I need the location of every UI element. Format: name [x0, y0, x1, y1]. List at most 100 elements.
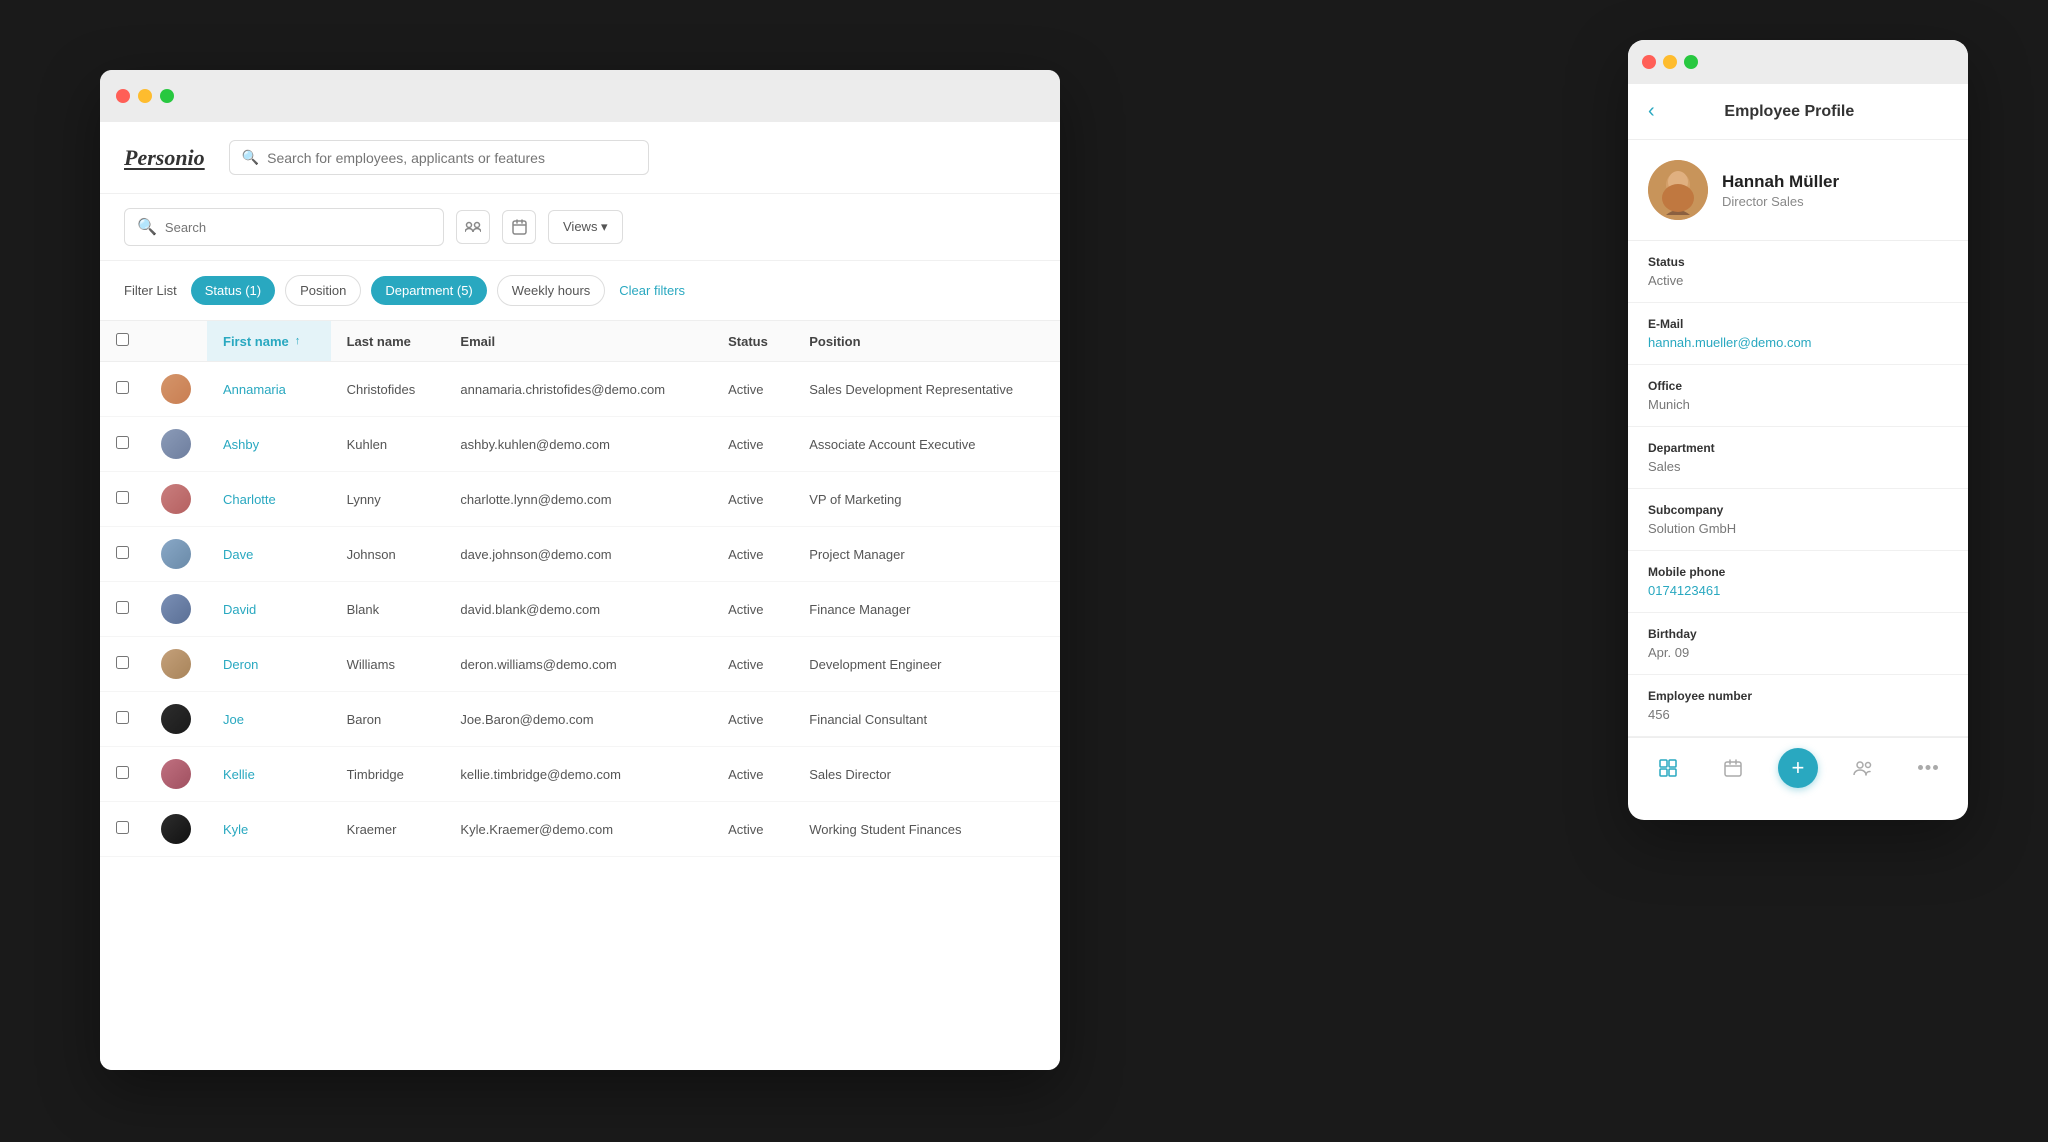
- row-last-name: Williams: [331, 637, 445, 692]
- nav-people-icon-btn[interactable]: [1843, 748, 1883, 788]
- search-bar-container[interactable]: 🔍: [124, 208, 444, 246]
- row-first-name[interactable]: Charlotte: [207, 472, 331, 527]
- row-checkbox[interactable]: [116, 711, 129, 724]
- employee-name: Hannah Müller: [1722, 172, 1839, 192]
- profile-fullscreen-btn[interactable]: [1684, 55, 1698, 69]
- row-checkbox-cell[interactable]: [100, 472, 145, 527]
- field-value[interactable]: 0174123461: [1648, 583, 1948, 598]
- row-checkbox[interactable]: [116, 436, 129, 449]
- last-name-column-header[interactable]: Last name: [331, 321, 445, 362]
- row-first-name[interactable]: Dave: [207, 527, 331, 582]
- position-column-header[interactable]: Position: [793, 321, 1060, 362]
- employee-name-link[interactable]: Dave: [223, 547, 253, 562]
- employee-name-link[interactable]: Kellie: [223, 767, 255, 782]
- row-email: charlotte.lynn@demo.com: [444, 472, 712, 527]
- profile-bottom-nav: +: [1628, 737, 1968, 797]
- calendar-icon-btn[interactable]: [502, 210, 536, 244]
- row-checkbox-cell[interactable]: [100, 527, 145, 582]
- table-row[interactable]: Kellie Timbridge kellie.timbridge@demo.c…: [100, 747, 1060, 802]
- row-checkbox-cell[interactable]: [100, 802, 145, 857]
- filter-status-btn[interactable]: Status (1): [191, 276, 275, 305]
- row-checkbox-cell[interactable]: [100, 692, 145, 747]
- row-checkbox[interactable]: [116, 491, 129, 504]
- row-first-name[interactable]: Joe: [207, 692, 331, 747]
- field-label: Employee number: [1648, 689, 1948, 703]
- row-position: VP of Marketing: [793, 472, 1060, 527]
- row-first-name[interactable]: Deron: [207, 637, 331, 692]
- field-value: Active: [1648, 273, 1948, 288]
- select-all-checkbox-header[interactable]: [100, 321, 145, 362]
- filter-department-btn[interactable]: Department (5): [371, 276, 486, 305]
- first-name-column-header[interactable]: First name ↑: [207, 321, 331, 362]
- table-row[interactable]: Dave Johnson dave.johnson@demo.com Activ…: [100, 527, 1060, 582]
- nav-add-button[interactable]: +: [1778, 748, 1818, 788]
- row-status: Active: [712, 582, 793, 637]
- row-checkbox[interactable]: [116, 601, 129, 614]
- row-last-name: Kraemer: [331, 802, 445, 857]
- table-row[interactable]: Charlotte Lynny charlotte.lynn@demo.com …: [100, 472, 1060, 527]
- profile-field: Office Munich: [1628, 365, 1968, 427]
- status-column-header[interactable]: Status: [712, 321, 793, 362]
- views-button[interactable]: Views ▾: [548, 210, 623, 244]
- employee-name-link[interactable]: Deron: [223, 657, 258, 672]
- profile-close-btn[interactable]: [1642, 55, 1656, 69]
- profile-panel: ‹ Employee Profile Hannah Müller Directo…: [1628, 40, 1968, 820]
- search-input[interactable]: [165, 220, 431, 235]
- toolbar: 🔍 Views ▾: [100, 194, 1060, 261]
- field-label: Mobile phone: [1648, 565, 1948, 579]
- table-row[interactable]: Annamaria Christofides annamaria.christo…: [100, 362, 1060, 417]
- row-checkbox[interactable]: [116, 821, 129, 834]
- profile-field: E-Mail hannah.mueller@demo.com: [1628, 303, 1968, 365]
- table-row[interactable]: Kyle Kraemer Kyle.Kraemer@demo.com Activ…: [100, 802, 1060, 857]
- employee-name-link[interactable]: Annamaria: [223, 382, 286, 397]
- row-first-name[interactable]: Annamaria: [207, 362, 331, 417]
- fullscreen-button[interactable]: [160, 89, 174, 103]
- table-row[interactable]: David Blank david.blank@demo.com Active …: [100, 582, 1060, 637]
- row-first-name[interactable]: David: [207, 582, 331, 637]
- employee-name-link[interactable]: David: [223, 602, 256, 617]
- profile-field: Mobile phone 0174123461: [1628, 551, 1968, 613]
- profile-field: Status Active: [1628, 241, 1968, 303]
- row-checkbox-cell[interactable]: [100, 582, 145, 637]
- row-checkbox-cell[interactable]: [100, 417, 145, 472]
- row-checkbox[interactable]: [116, 546, 129, 559]
- table-row[interactable]: Ashby Kuhlen ashby.kuhlen@demo.com Activ…: [100, 417, 1060, 472]
- row-first-name[interactable]: Ashby: [207, 417, 331, 472]
- field-value[interactable]: hannah.mueller@demo.com: [1648, 335, 1948, 350]
- employee-name-link[interactable]: Ashby: [223, 437, 259, 452]
- row-checkbox[interactable]: [116, 381, 129, 394]
- row-first-name[interactable]: Kyle: [207, 802, 331, 857]
- close-button[interactable]: [116, 89, 130, 103]
- clear-filters-button[interactable]: Clear filters: [615, 276, 689, 305]
- employee-name-link[interactable]: Joe: [223, 712, 244, 727]
- nav-calendar-icon-btn[interactable]: [1713, 748, 1753, 788]
- profile-field: Subcompany Solution GmbH: [1628, 489, 1968, 551]
- email-column-header[interactable]: Email: [444, 321, 712, 362]
- row-checkbox-cell[interactable]: [100, 747, 145, 802]
- employee-name-link[interactable]: Charlotte: [223, 492, 276, 507]
- global-search-container[interactable]: 🔍: [229, 140, 649, 175]
- profile-panel-title: Employee Profile: [1655, 103, 1924, 121]
- avatar-column-header: [145, 321, 207, 362]
- row-last-name: Kuhlen: [331, 417, 445, 472]
- row-checkbox-cell[interactable]: [100, 637, 145, 692]
- filter-position-btn[interactable]: Position: [285, 275, 361, 306]
- row-avatar-cell: [145, 747, 207, 802]
- filter-people-icon-btn[interactable]: [456, 210, 490, 244]
- nav-more-icon-btn[interactable]: [1908, 748, 1948, 788]
- minimize-button[interactable]: [138, 89, 152, 103]
- profile-minimize-btn[interactable]: [1663, 55, 1677, 69]
- employee-name-link[interactable]: Kyle: [223, 822, 248, 837]
- row-checkbox[interactable]: [116, 766, 129, 779]
- select-all-checkbox[interactable]: [116, 333, 129, 346]
- global-search-input[interactable]: [267, 150, 636, 166]
- row-checkbox-cell[interactable]: [100, 362, 145, 417]
- row-position: Sales Development Representative: [793, 362, 1060, 417]
- back-button[interactable]: ‹: [1648, 100, 1655, 123]
- row-checkbox[interactable]: [116, 656, 129, 669]
- table-row[interactable]: Deron Williams deron.williams@demo.com A…: [100, 637, 1060, 692]
- filter-weekly-hours-btn[interactable]: Weekly hours: [497, 275, 606, 306]
- table-row[interactable]: Joe Baron Joe.Baron@demo.com Active Fina…: [100, 692, 1060, 747]
- nav-grid-icon-btn[interactable]: [1648, 748, 1688, 788]
- row-first-name[interactable]: Kellie: [207, 747, 331, 802]
